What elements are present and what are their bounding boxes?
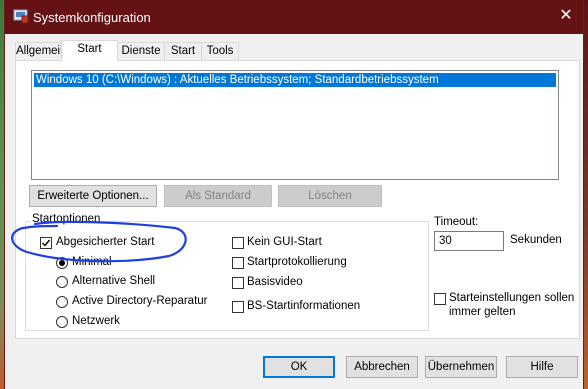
tab-dienste[interactable]: Dienste bbox=[117, 42, 165, 60]
tab-panel-boot: Windows 10 (C:\Windows) : Aktuelles Betr… bbox=[15, 60, 580, 339]
apply-button[interactable]: Übernehmen bbox=[425, 356, 497, 378]
no-gui-boot-label: Kein GUI-Start bbox=[247, 236, 322, 248]
set-default-button[interactable]: Als Standard bbox=[164, 185, 272, 207]
system-configuration-window: Systemkonfiguration ✕ Allgemein Start Di… bbox=[4, 0, 584, 389]
boot-log-checkbox[interactable] bbox=[232, 257, 244, 269]
os-boot-info-label: BS-Startinformationen bbox=[247, 300, 361, 312]
window-title: Systemkonfiguration bbox=[33, 10, 151, 25]
background-edge-right bbox=[584, 0, 588, 389]
boot-entries-list[interactable]: Windows 10 (C:\Windows) : Aktuelles Betr… bbox=[31, 70, 559, 180]
cancel-button[interactable]: Abbrechen bbox=[346, 356, 418, 378]
timeout-unit-label: Sekunden bbox=[510, 234, 562, 246]
radio-alternative-shell[interactable] bbox=[56, 276, 68, 288]
help-button[interactable]: Hilfe bbox=[506, 356, 578, 378]
close-icon[interactable]: ✕ bbox=[555, 5, 577, 27]
radio-ad-repair[interactable] bbox=[56, 296, 68, 308]
no-gui-boot-checkbox[interactable] bbox=[232, 237, 244, 249]
tab-allgemein[interactable]: Allgemein bbox=[15, 42, 67, 60]
ok-button[interactable]: OK bbox=[263, 356, 335, 378]
tab-tools[interactable]: Tools bbox=[201, 42, 239, 60]
make-permanent-label-line2: immer gelten bbox=[449, 306, 516, 318]
boot-entry[interactable]: Windows 10 (C:\Windows) : Aktuelles Betr… bbox=[34, 73, 556, 87]
delete-button[interactable]: Löschen bbox=[278, 185, 382, 207]
checkmark-icon bbox=[42, 239, 51, 247]
radio-network[interactable] bbox=[56, 316, 68, 328]
radio-selected-dot bbox=[59, 260, 65, 266]
base-video-checkbox[interactable] bbox=[232, 277, 244, 289]
radio-minimal-label: Minimal bbox=[72, 256, 112, 268]
tab-start-2[interactable]: Start bbox=[164, 42, 202, 60]
boot-options-title: Startoptionen bbox=[30, 213, 103, 225]
radio-ad-repair-label: Active Directory-Reparatur bbox=[72, 295, 208, 307]
app-icon bbox=[13, 8, 29, 24]
make-permanent-label-line1: Starteinstellungen sollen bbox=[449, 292, 575, 304]
safe-boot-label: Abgesicherter Start bbox=[56, 236, 155, 248]
radio-minimal[interactable] bbox=[56, 257, 68, 269]
advanced-options-button[interactable]: Erweiterte Optionen... bbox=[29, 185, 157, 207]
boot-log-label: Startprotokollierung bbox=[247, 256, 347, 268]
title-bar[interactable]: Systemkonfiguration ✕ bbox=[5, 0, 583, 34]
radio-alternative-shell-label: Alternative Shell bbox=[72, 275, 156, 287]
safe-boot-checkbox[interactable] bbox=[40, 237, 52, 249]
timeout-input[interactable]: 30 bbox=[434, 231, 504, 251]
os-boot-info-checkbox[interactable] bbox=[232, 301, 244, 313]
timeout-label: Timeout: bbox=[434, 216, 479, 228]
make-permanent-checkbox[interactable] bbox=[434, 293, 446, 305]
radio-network-label: Netzwerk bbox=[72, 315, 120, 327]
tab-start[interactable]: Start bbox=[61, 40, 118, 61]
base-video-label: Basisvideo bbox=[247, 276, 303, 288]
